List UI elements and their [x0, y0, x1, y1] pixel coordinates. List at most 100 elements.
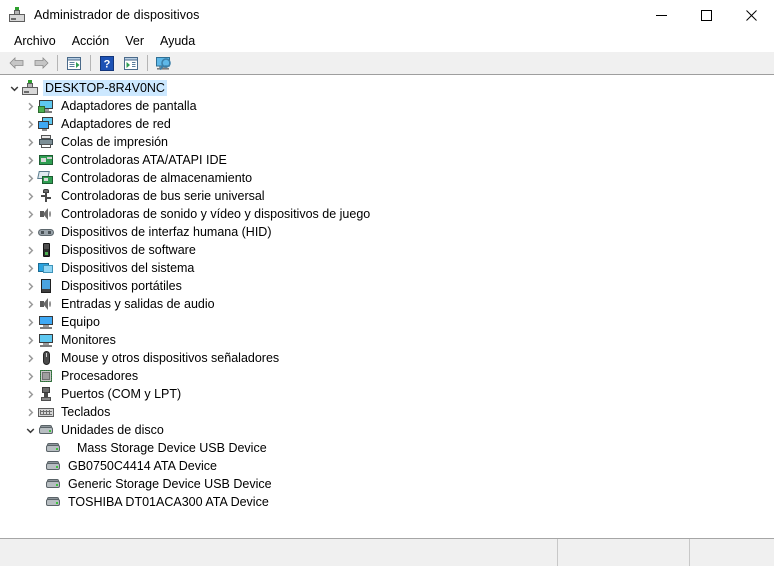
chevron-right-icon[interactable]: [22, 120, 38, 129]
chevron-right-icon[interactable]: [22, 408, 38, 417]
minimize-button[interactable]: [639, 0, 684, 30]
chevron-right-icon[interactable]: [22, 318, 38, 327]
tree-item-toshiba-dt01aca300[interactable]: TOSHIBA DT01ACA300 ATA Device: [0, 493, 774, 511]
software-device-icon: [38, 242, 54, 258]
device-manager-icon: [9, 7, 25, 23]
storage-controller-icon: [37, 170, 54, 186]
tree-root-label: DESKTOP-8R4V0NC: [43, 80, 167, 96]
window-controls: [639, 0, 774, 30]
tree-root-node[interactable]: DESKTOP-8R4V0NC: [0, 79, 774, 97]
usb-controller-icon: [38, 188, 54, 204]
network-adapter-icon: [38, 116, 54, 132]
chevron-right-icon[interactable]: [22, 102, 38, 111]
scan-hardware-icon[interactable]: [152, 52, 176, 74]
tree-item-label: Puertos (COM y LPT): [61, 387, 182, 401]
tree-item-print-queues[interactable]: Colas de impresión: [0, 133, 774, 151]
tree-item-usb-controllers[interactable]: Controladoras de bus serie universal: [0, 187, 774, 205]
keyboard-icon: [38, 404, 54, 420]
tree-item-label: Dispositivos de software: [61, 243, 196, 257]
tree-item-label: Teclados: [61, 405, 111, 419]
tree-item-label: Controladoras de bus serie universal: [61, 189, 265, 203]
chevron-right-icon[interactable]: [22, 156, 38, 165]
chevron-right-icon[interactable]: [22, 264, 38, 273]
tree-item-label: Dispositivos portátiles: [61, 279, 182, 293]
tree-item-label: Controladoras de sonido y vídeo y dispos…: [61, 207, 371, 221]
chevron-right-icon[interactable]: [22, 300, 38, 309]
tree-item-label: Controladoras ATA/ATAPI IDE: [61, 153, 227, 167]
system-device-icon: [38, 260, 54, 276]
chevron-right-icon[interactable]: [22, 354, 38, 363]
tree-item-gb0750c4414[interactable]: GB0750C4414 ATA Device: [0, 457, 774, 475]
toolbar-separator: [147, 55, 148, 71]
tree-item-monitors[interactable]: Monitores: [0, 331, 774, 349]
disk-drive-icon: [45, 458, 61, 474]
tree-item-ports[interactable]: Puertos (COM y LPT): [0, 385, 774, 403]
tree-item-label: Mass Storage Device USB Device: [77, 441, 267, 455]
maximize-button[interactable]: [684, 0, 729, 30]
chevron-right-icon[interactable]: [22, 336, 38, 345]
tree-item-system-devices[interactable]: Dispositivos del sistema: [0, 259, 774, 277]
chevron-right-icon[interactable]: [22, 192, 38, 201]
tree-item-portable-devices[interactable]: Dispositivos portátiles: [0, 277, 774, 295]
chevron-right-icon[interactable]: [22, 246, 38, 255]
tree-item-computer[interactable]: Equipo: [0, 313, 774, 331]
tree-item-display-adapters[interactable]: Adaptadores de pantalla: [0, 97, 774, 115]
menu-ayuda[interactable]: Ayuda: [152, 32, 203, 50]
tree-item-disk-drives[interactable]: Unidades de disco: [0, 421, 774, 439]
tree-item-keyboards[interactable]: Teclados: [0, 403, 774, 421]
tree-item-label: Entradas y salidas de audio: [61, 297, 215, 311]
tree-item-label: GB0750C4414 ATA Device: [68, 459, 217, 473]
menu-archivo[interactable]: Archivo: [6, 32, 64, 50]
forward-arrow-icon[interactable]: [29, 52, 53, 74]
menu-ver[interactable]: Ver: [117, 32, 152, 50]
tree-item-software-devices[interactable]: Dispositivos de software: [0, 241, 774, 259]
hid-device-icon: [38, 224, 54, 240]
toolbar-separator: [90, 55, 91, 71]
help-icon[interactable]: ?: [95, 52, 119, 74]
tree-item-label: Unidades de disco: [61, 423, 164, 437]
disk-drive-icon: [45, 476, 61, 492]
tree-item-sound-video-game-controllers[interactable]: Controladoras de sonido y vídeo y dispos…: [0, 205, 774, 223]
toolbar-separator: [57, 55, 58, 71]
tree-item-hid-devices[interactable]: Dispositivos de interfaz humana (HID): [0, 223, 774, 241]
device-tree[interactable]: DESKTOP-8R4V0NC Adaptadores de pantalla: [0, 75, 774, 538]
menu-accion[interactable]: Acción: [64, 32, 118, 50]
properties-icon[interactable]: [62, 52, 86, 74]
status-pane-tertiary: [690, 539, 774, 566]
tree-item-label: Monitores: [61, 333, 116, 347]
chevron-down-icon[interactable]: [22, 426, 38, 435]
port-icon: [38, 386, 54, 402]
tree-item-audio-inputs-outputs[interactable]: Entradas y salidas de audio: [0, 295, 774, 313]
back-arrow-icon[interactable]: [5, 52, 29, 74]
chevron-right-icon[interactable]: [22, 282, 38, 291]
tree-item-label: Dispositivos del sistema: [61, 261, 195, 275]
show-hidden-icon[interactable]: [119, 52, 143, 74]
chevron-right-icon[interactable]: [22, 174, 38, 183]
tree-item-label: Controladoras de almacenamiento: [61, 171, 253, 185]
chevron-right-icon[interactable]: [22, 228, 38, 237]
tree-item-processors[interactable]: Procesadores: [0, 367, 774, 385]
computer-icon: [38, 314, 54, 330]
chevron-right-icon[interactable]: [22, 372, 38, 381]
computer-node-icon: [22, 80, 38, 96]
tree-item-mice-pointing-devices[interactable]: Mouse y otros dispositivos señaladores: [0, 349, 774, 367]
tree-item-ide-controllers[interactable]: Controladoras ATA/ATAPI IDE: [0, 151, 774, 169]
tree-item-label: Equipo: [61, 315, 100, 329]
chevron-down-icon[interactable]: [6, 84, 22, 93]
tree-item-network-adapters[interactable]: Adaptadores de red: [0, 115, 774, 133]
tree-item-label: Adaptadores de red: [61, 117, 171, 131]
tree-item-generic-storage-device[interactable]: Generic Storage Device USB Device: [0, 475, 774, 493]
tree-item-label: Mouse y otros dispositivos señaladores: [61, 351, 280, 365]
chevron-right-icon[interactable]: [22, 138, 38, 147]
menu-bar: Archivo Acción Ver Ayuda: [0, 30, 774, 52]
tree-item-storage-controllers[interactable]: Controladoras de almacenamiento: [0, 169, 774, 187]
title-bar: Administrador de dispositivos: [0, 0, 774, 30]
chevron-right-icon[interactable]: [22, 210, 38, 219]
processor-icon: [38, 368, 54, 384]
close-button[interactable]: [729, 0, 774, 30]
sound-video-game-icon: [38, 206, 54, 222]
audio-io-icon: [38, 296, 54, 312]
monitor-icon: [38, 332, 54, 348]
tree-item-mass-storage-device[interactable]: Mass Storage Device USB Device: [0, 439, 774, 457]
chevron-right-icon[interactable]: [22, 390, 38, 399]
